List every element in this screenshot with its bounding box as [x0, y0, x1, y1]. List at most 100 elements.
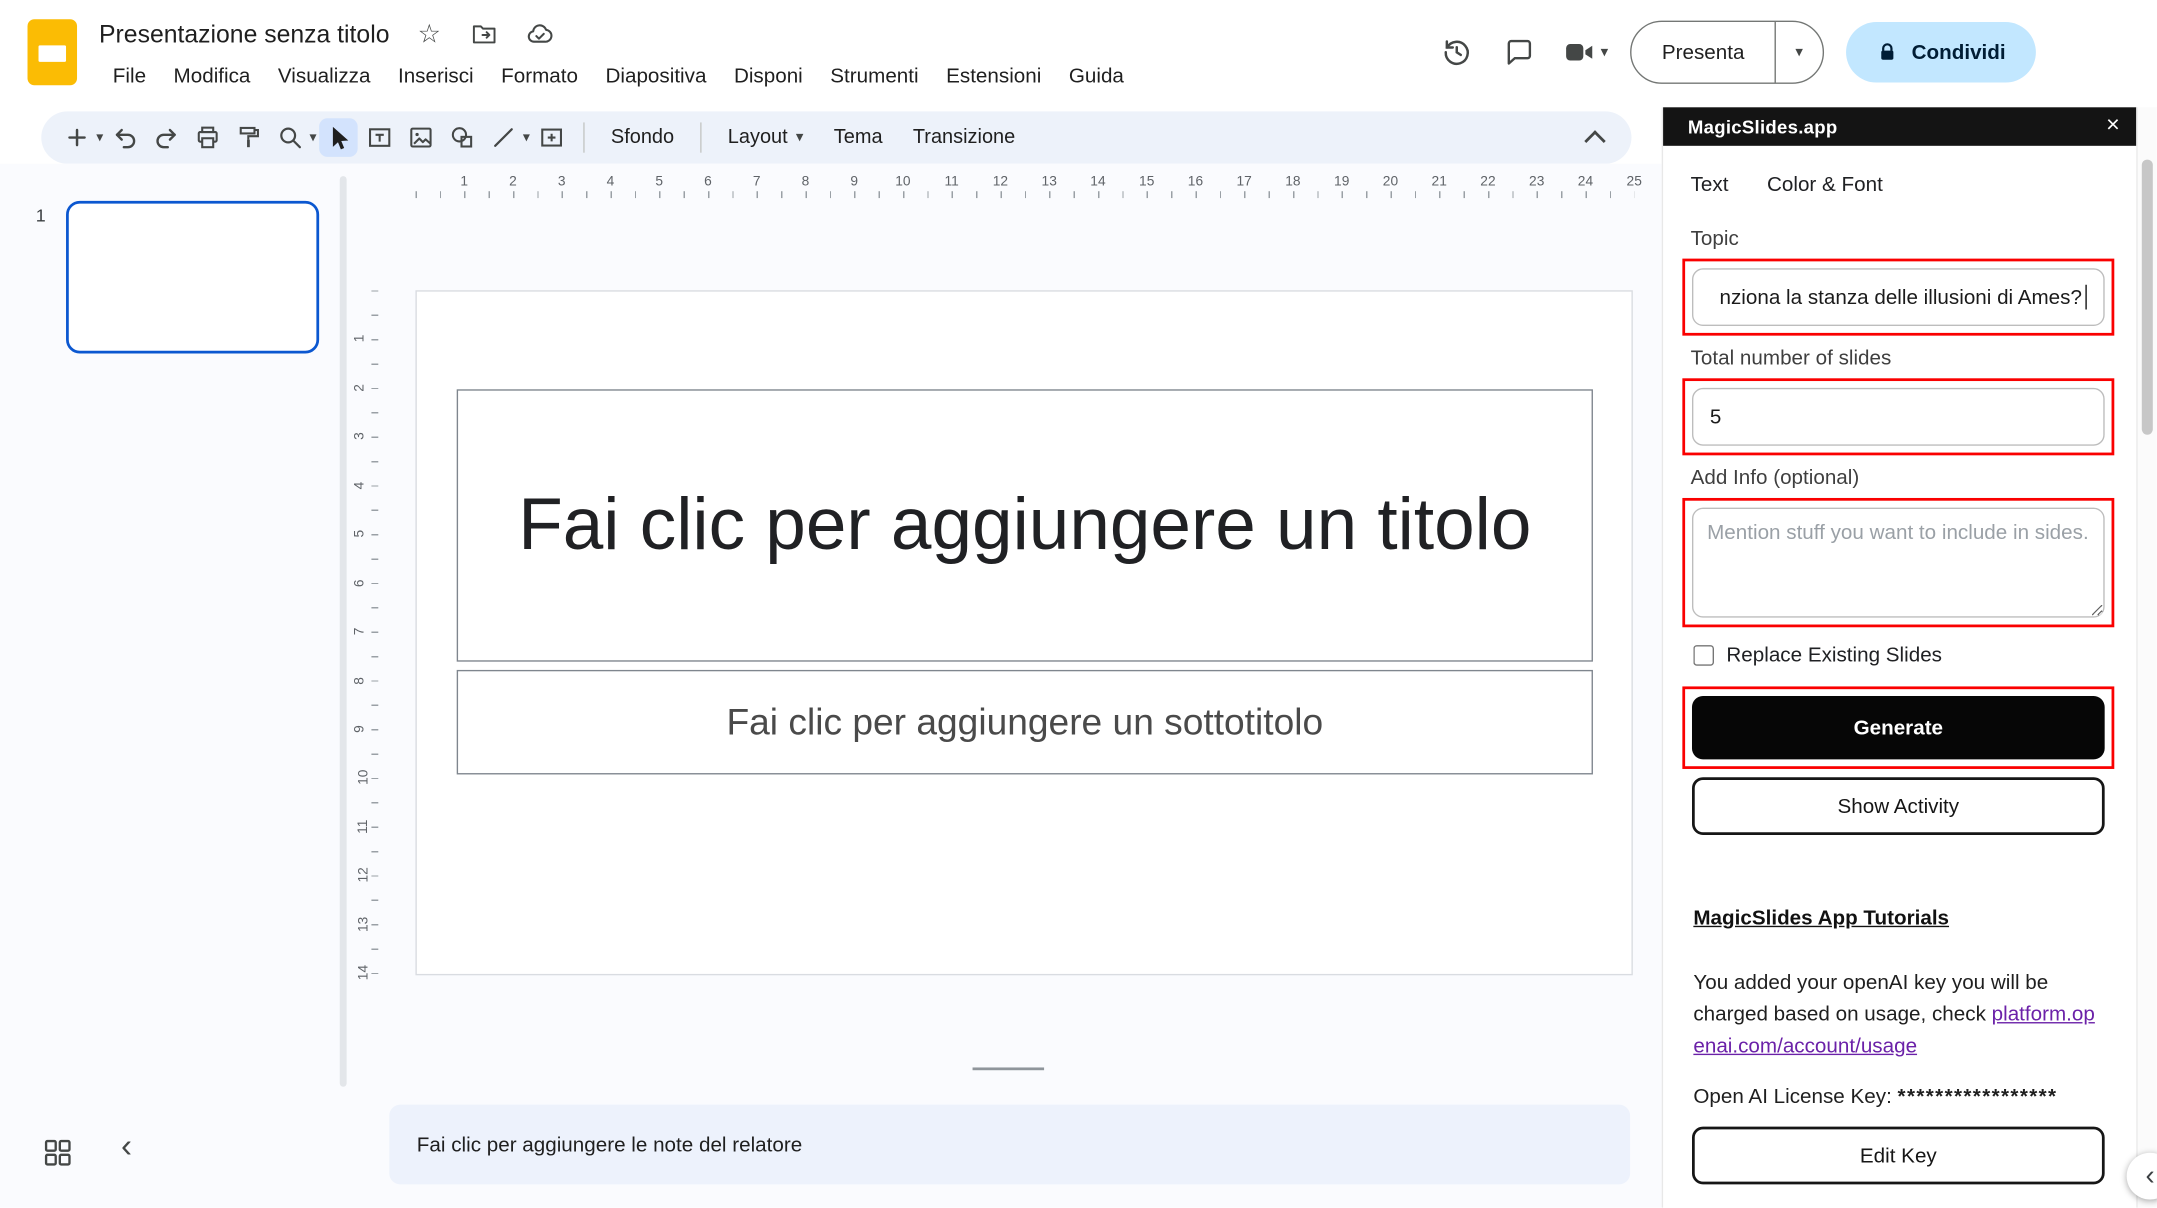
annotation-box-total-slides: 5: [1682, 378, 2114, 455]
topic-input-value: nziona la stanza delle illusioni di Ames…: [1720, 285, 2082, 308]
replace-slides-label: Replace Existing Slides: [1726, 644, 1942, 667]
show-activity-button[interactable]: Show Activity: [1692, 777, 2105, 835]
shapes-icon: [449, 124, 477, 152]
replace-slides-row: Replace Existing Slides: [1693, 644, 2114, 667]
present-options-caret[interactable]: ▾: [1775, 22, 1823, 83]
menu-item-inserisci[interactable]: Inserisci: [384, 60, 487, 92]
grid-view-button[interactable]: [39, 1133, 78, 1172]
layout-caret-icon: ▾: [796, 130, 804, 145]
share-button-label: Condividi: [1912, 41, 2006, 64]
redo-icon: [153, 124, 181, 152]
plus-icon: [63, 124, 91, 152]
present-button[interactable]: Presenta: [1632, 22, 1775, 83]
total-slides-label: Total number of slides: [1691, 347, 2115, 370]
generate-button[interactable]: Generate: [1692, 696, 2105, 759]
paint-format-button[interactable]: [230, 118, 269, 157]
close-icon[interactable]: ×: [2106, 111, 2120, 139]
slide-thumbnail[interactable]: [66, 201, 319, 354]
openai-key-note: You added your openAI key you will be ch…: [1693, 967, 2103, 1062]
menu-item-disponi[interactable]: Disponi: [720, 60, 816, 92]
panel-scrollbar-thumb[interactable]: [2142, 160, 2153, 435]
menu-item-strumenti[interactable]: Strumenti: [817, 60, 933, 92]
cloud-saved-icon[interactable]: [524, 19, 554, 49]
print-button[interactable]: [189, 118, 228, 157]
collapse-toolbar-button[interactable]: [1574, 117, 1615, 158]
total-slides-input[interactable]: 5: [1692, 388, 2105, 446]
undo-button[interactable]: [106, 118, 145, 157]
filmstrip-scrollbar[interactable]: [340, 176, 347, 1087]
slide-subtitle-placeholder-text: Fai clic per aggiungere un sottotitolo: [726, 701, 1323, 744]
select-tool-button[interactable]: [319, 118, 358, 157]
menu-item-modifica[interactable]: Modifica: [160, 60, 264, 92]
menu-item-formato[interactable]: Formato: [487, 60, 591, 92]
ruler-ticks: [415, 191, 1634, 198]
menu-item-file[interactable]: File: [99, 60, 160, 92]
redo-button[interactable]: [147, 118, 186, 157]
share-button[interactable]: Condividi: [1846, 22, 2036, 83]
topic-input[interactable]: nziona la stanza delle illusioni di Ames…: [1692, 268, 2105, 326]
layout-button-label: Layout: [728, 127, 788, 149]
edit-key-button[interactable]: Edit Key: [1692, 1127, 2105, 1185]
slide-title-placeholder-text: Fai clic per aggiungere un titolo: [518, 475, 1531, 576]
transition-button[interactable]: Transizione: [899, 121, 1029, 154]
slide-subtitle-placeholder[interactable]: Fai clic per aggiungere un sottotitolo: [457, 670, 1593, 775]
ruler-ticks: [371, 290, 378, 978]
slides-logo[interactable]: [28, 19, 78, 85]
chevron-up-icon: [1584, 130, 1605, 151]
tab-color-font[interactable]: Color & Font: [1767, 173, 1883, 196]
insert-line-button[interactable]: [484, 118, 523, 157]
menu-bar: File Modifica Visualizza Inserisci Forma…: [99, 58, 1138, 94]
cursor-icon: [325, 124, 353, 152]
replace-slides-checkbox[interactable]: [1693, 645, 1714, 666]
menu-item-visualizza[interactable]: Visualizza: [264, 60, 384, 92]
document-title[interactable]: Presentazione senza titolo: [99, 20, 389, 49]
panel-body: Text Color & Font Topic nziona la stanza…: [1663, 146, 2136, 1208]
meet-camera-button[interactable]: ▾: [1562, 36, 1608, 69]
slide-canvas[interactable]: Fai clic per aggiungere un titolo Fai cl…: [415, 290, 1632, 975]
menu-item-diapositiva[interactable]: Diapositiva: [592, 60, 720, 92]
image-icon: [407, 124, 435, 152]
speaker-notes[interactable]: Fai clic per aggiungere le note del rela…: [389, 1105, 1630, 1185]
annotation-box-topic: nziona la stanza delle illusioni di Ames…: [1682, 259, 2114, 336]
comments-icon[interactable]: [1499, 32, 1540, 73]
add-info-textarea[interactable]: [1692, 508, 2105, 618]
tutorials-link[interactable]: MagicSlides App Tutorials: [1693, 907, 1949, 930]
insert-image-button[interactable]: [402, 118, 441, 157]
line-caret-icon[interactable]: ▾: [523, 130, 530, 145]
total-slides-input-value: 5: [1710, 405, 1721, 428]
panel-scrollbar[interactable]: [2136, 107, 2157, 1207]
panel-header: MagicSlides.app ×: [1663, 107, 2136, 146]
text-box-button[interactable]: [360, 118, 399, 157]
layout-button[interactable]: Layout ▾: [714, 121, 817, 154]
tab-text[interactable]: Text: [1691, 173, 1729, 196]
panel-tabs: Text Color & Font: [1691, 173, 2115, 196]
annotation-box-add-info: [1682, 498, 2114, 627]
slide-title-placeholder[interactable]: Fai clic per aggiungere un titolo: [457, 389, 1593, 661]
undo-icon: [111, 124, 139, 152]
grid-icon: [41, 1136, 74, 1169]
insert-shape-button[interactable]: [443, 118, 482, 157]
star-icon[interactable]: ☆: [414, 19, 444, 49]
topic-label: Topic: [1691, 227, 2115, 250]
insert-placeholder-button[interactable]: [532, 118, 571, 157]
move-folder-icon[interactable]: [469, 19, 499, 49]
background-button[interactable]: Sfondo: [597, 121, 688, 154]
theme-button[interactable]: Tema: [820, 121, 896, 154]
license-key-masked-value: *****************: [1898, 1085, 2058, 1108]
collapse-filmstrip-button[interactable]: ‹: [121, 1128, 132, 1167]
new-slide-caret-icon[interactable]: ▾: [96, 130, 103, 145]
title-row: Presentazione senza titolo ☆: [99, 17, 555, 53]
zoom-caret-icon[interactable]: ▾: [310, 130, 317, 145]
paint-roller-icon: [235, 124, 263, 152]
zoom-button[interactable]: [271, 118, 310, 157]
placeholder-frame-icon: [538, 124, 566, 152]
text-caret: [2085, 285, 2087, 310]
menu-item-estensioni[interactable]: Estensioni: [932, 60, 1055, 92]
top-bar: Presentazione senza titolo ☆ File Modifi…: [0, 0, 2157, 107]
text-box-icon: [366, 124, 394, 152]
menu-item-guida[interactable]: Guida: [1055, 60, 1138, 92]
panel-title: MagicSlides.app: [1688, 116, 1838, 137]
version-history-icon[interactable]: [1436, 32, 1477, 73]
slides-logo-sheet: [39, 45, 67, 62]
new-slide-button[interactable]: [58, 118, 97, 157]
